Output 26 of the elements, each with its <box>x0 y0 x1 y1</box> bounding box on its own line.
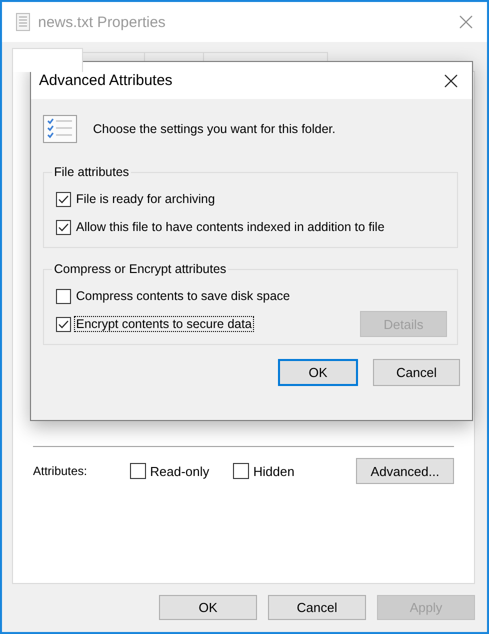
attributes-label: Attributes: <box>33 464 88 478</box>
checkbox-label: Compress contents to save disk space <box>75 288 291 304</box>
checkbox[interactable] <box>56 220 71 234</box>
checkbox[interactable] <box>233 463 250 479</box>
close-icon[interactable] <box>444 74 458 88</box>
group-title: File attributes <box>53 165 130 179</box>
dialog-title: Advanced Attributes <box>39 72 174 89</box>
checkbox[interactable] <box>130 463 146 479</box>
document-icon <box>16 13 30 31</box>
dialog-button[interactable]: Cancel <box>373 359 460 386</box>
dialog-button[interactable]: OK <box>278 359 358 386</box>
checkbox-label: Encrypt contents to secure data <box>74 316 254 332</box>
dialog-button[interactable]: OK <box>159 595 257 620</box>
checkbox-label: Allow this file to have contents indexed in addition to file <box>75 219 386 235</box>
checkbox-label: Hidden <box>253 464 294 478</box>
checkbox[interactable] <box>56 316 71 332</box>
checkbox-label: Read-only <box>150 464 210 478</box>
checklist-icon <box>43 115 77 143</box>
window-title: news.txt Properties <box>38 14 167 30</box>
checkbox-label: File is ready for archiving <box>75 191 216 207</box>
checkbox[interactable] <box>56 192 71 206</box>
advanced-button[interactable]: Advanced... <box>356 458 454 484</box>
checkbox[interactable] <box>56 288 71 304</box>
group-title: Compress or Encrypt attributes <box>53 262 228 276</box>
instruction-text: Choose the settings you want for this folder. <box>93 122 336 136</box>
dialog-button[interactable]: Cancel <box>268 595 366 620</box>
